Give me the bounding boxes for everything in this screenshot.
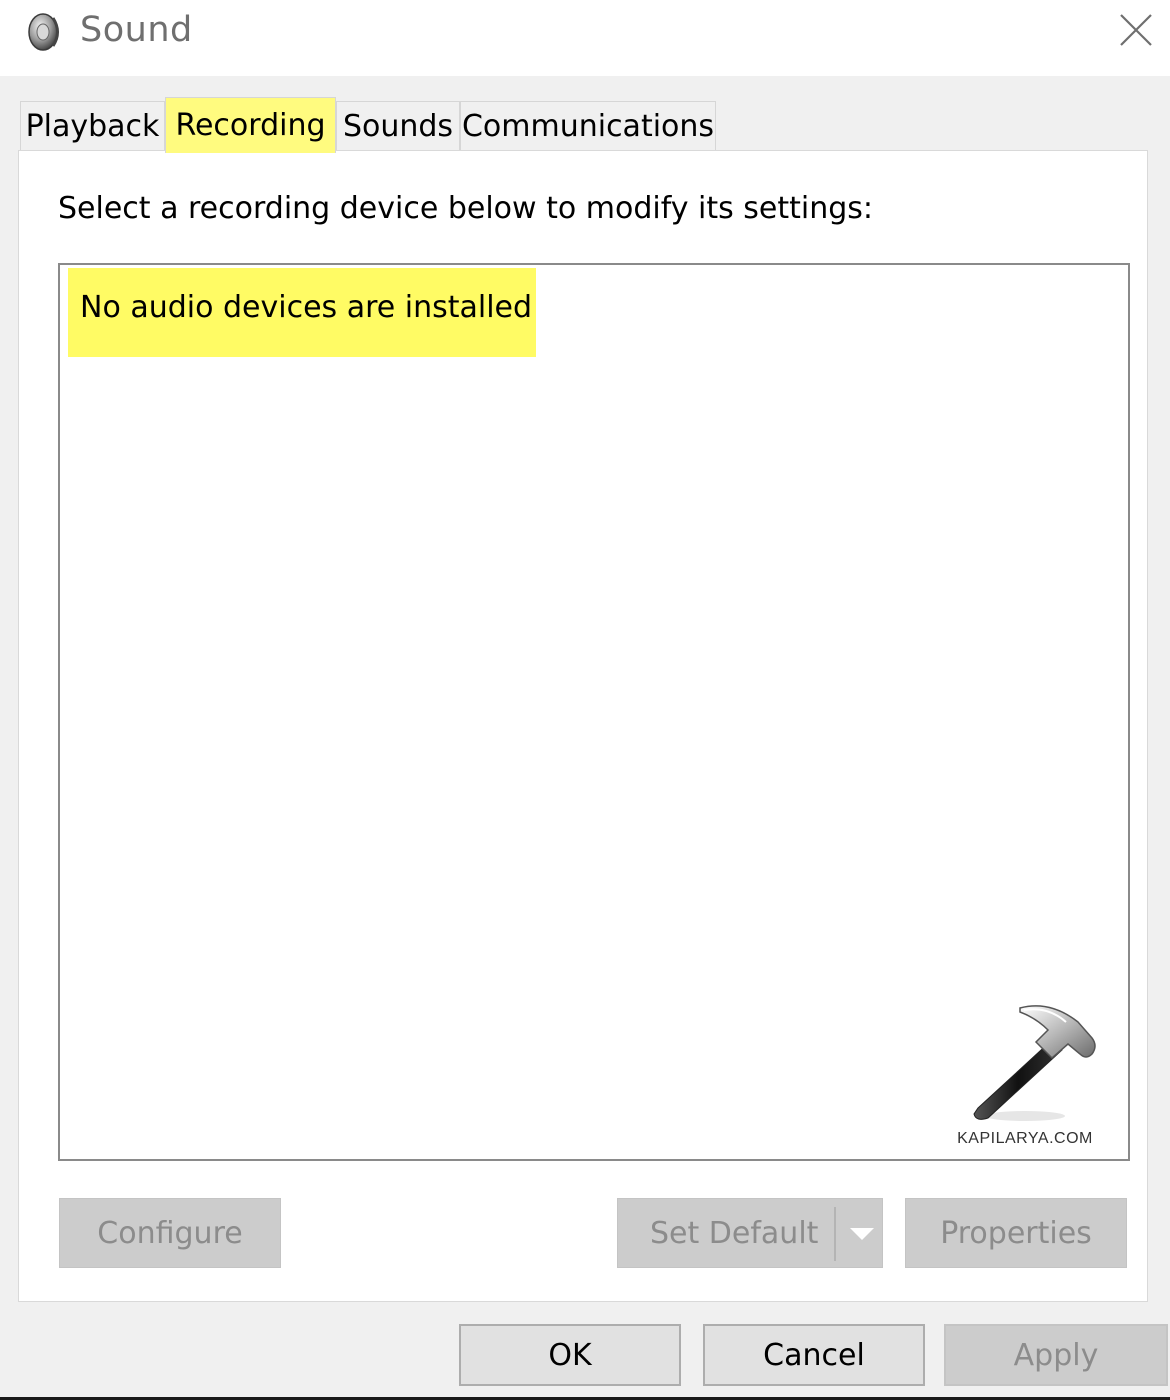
recording-panel: Select a recording device below to modif… bbox=[18, 150, 1148, 1302]
watermark: KAPILARYA.COM bbox=[940, 1000, 1110, 1150]
tab-playback[interactable]: Playback bbox=[20, 101, 165, 151]
close-button[interactable] bbox=[1110, 6, 1162, 58]
title-bar: Sound bbox=[0, 0, 1170, 76]
device-list[interactable]: No audio devices are installed KAPILARYA… bbox=[58, 263, 1130, 1161]
tab-sounds[interactable]: Sounds bbox=[336, 101, 460, 151]
configure-button[interactable]: Configure bbox=[59, 1198, 281, 1268]
window-title: Sound bbox=[80, 10, 193, 50]
close-icon bbox=[1119, 13, 1153, 51]
watermark-text: KAPILARYA.COM bbox=[957, 1130, 1093, 1147]
properties-button[interactable]: Properties bbox=[905, 1198, 1127, 1268]
empty-devices-message: No audio devices are installed bbox=[68, 268, 536, 357]
speaker-icon bbox=[22, 8, 68, 54]
ok-button[interactable]: OK bbox=[459, 1324, 681, 1386]
set-default-button[interactable]: Set Default bbox=[617, 1198, 883, 1268]
set-default-label: Set Default bbox=[650, 1215, 819, 1251]
chevron-down-icon[interactable] bbox=[840, 1199, 884, 1269]
tab-recording[interactable]: Recording bbox=[165, 97, 336, 153]
cancel-button[interactable]: Cancel bbox=[703, 1324, 925, 1386]
apply-button[interactable]: Apply bbox=[944, 1324, 1168, 1386]
instruction-text: Select a recording device below to modif… bbox=[58, 191, 874, 226]
split-divider bbox=[834, 1207, 836, 1261]
sound-dialog: Sound Playback Recording Sounds Communic… bbox=[0, 0, 1170, 1400]
tab-communications[interactable]: Communications bbox=[460, 101, 716, 151]
